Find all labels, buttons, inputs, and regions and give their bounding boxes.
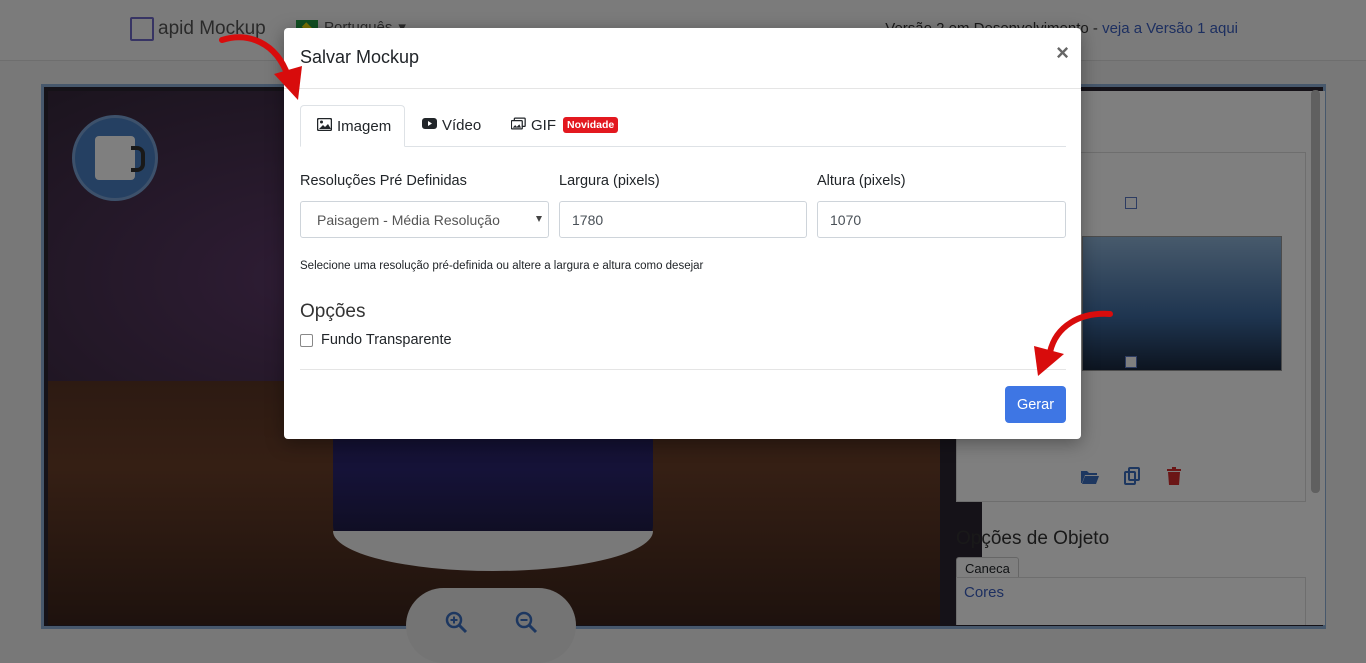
youtube-icon <box>422 117 437 134</box>
annotation-arrow-generate <box>1034 310 1113 376</box>
preset-selected-value: Paisagem - Média Resolução <box>317 211 500 228</box>
image-icon <box>316 117 333 135</box>
tab-gif-label: GIF <box>531 116 556 134</box>
tab-image[interactable]: Imagem <box>300 105 405 147</box>
tab-image-label: Imagem <box>337 117 392 135</box>
modal-header: Salvar Mockup × <box>284 28 1081 89</box>
options-heading: Opções <box>300 301 366 322</box>
resolution-help-text: Selecione uma resolução pré-definida ou … <box>300 260 704 272</box>
height-input[interactable] <box>817 201 1066 238</box>
close-button[interactable]: × <box>1056 42 1069 64</box>
modal-title: Salvar Mockup <box>300 47 420 67</box>
annotation-arrow-tabs <box>219 34 302 100</box>
save-mockup-modal: Salvar Mockup × Imagem Vídeo GIF Novidad… <box>284 28 1081 439</box>
generate-button[interactable]: Gerar <box>1005 386 1066 423</box>
preset-label: Resoluções Pré Definidas <box>300 173 467 189</box>
export-tabs: Imagem Vídeo GIF Novidade <box>300 105 1066 147</box>
new-badge: Novidade <box>563 117 619 133</box>
modal-footer-divider <box>300 369 1066 370</box>
preset-resolution-select[interactable]: Paisagem - Média Resolução <box>300 201 549 238</box>
caret-down-icon <box>536 216 542 222</box>
transparent-background-label[interactable]: Fundo Transparente <box>321 332 452 348</box>
transparent-background-option[interactable]: Fundo Transparente <box>300 332 452 348</box>
tab-gif[interactable]: GIF Novidade <box>495 105 634 145</box>
height-label: Altura (pixels) <box>817 173 906 189</box>
width-input[interactable] <box>559 201 807 238</box>
tab-video-label: Vídeo <box>442 116 482 134</box>
images-icon <box>510 116 526 134</box>
tab-video[interactable]: Vídeo <box>406 105 497 145</box>
transparent-background-checkbox[interactable] <box>300 333 313 347</box>
width-label: Largura (pixels) <box>559 173 660 189</box>
